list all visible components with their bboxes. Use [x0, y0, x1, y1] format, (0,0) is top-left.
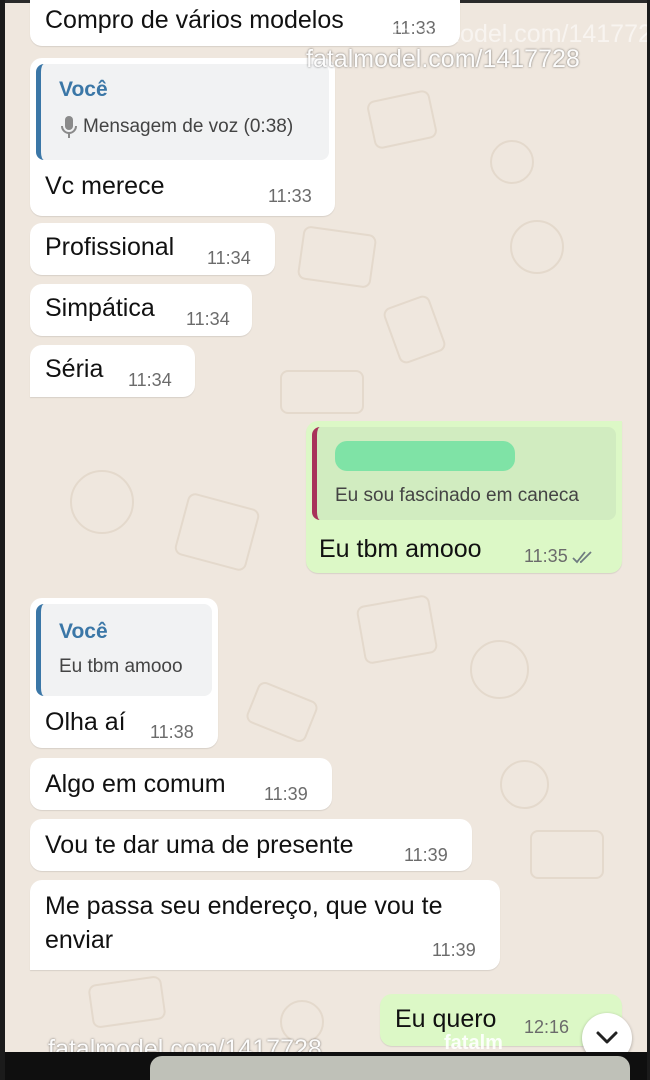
- bottom-media-preview: [150, 1056, 630, 1080]
- message-text: Séria: [45, 355, 104, 383]
- message-bubble-incoming[interactable]: Profissional 11:34: [30, 223, 275, 275]
- doodle-shape: [280, 370, 364, 414]
- doodle-shape: [500, 760, 549, 809]
- quote-author: Você: [59, 620, 108, 643]
- message-text: Algo em comum: [45, 770, 226, 798]
- doodle-shape: [70, 470, 134, 534]
- microphone-icon: [61, 116, 77, 138]
- message-bubble-incoming[interactable]: Simpática 11:34: [30, 284, 252, 336]
- message-text: Eu tbm amooo: [319, 535, 482, 563]
- doodle-shape: [365, 88, 439, 151]
- message-bubble-incoming[interactable]: Me passa seu endereço, que vou te enviar…: [30, 880, 500, 970]
- doodle-shape: [470, 640, 529, 699]
- message-bubble-incoming[interactable]: Algo em comum 11:39: [30, 758, 332, 810]
- double-check-icon: [572, 551, 592, 564]
- message-time: 12:16: [524, 1017, 570, 1037]
- quoted-message[interactable]: Você Eu tbm amooo: [36, 604, 212, 696]
- message-time: 11:39: [264, 784, 308, 804]
- message-text: Olha aí: [45, 708, 126, 736]
- doodle-shape: [530, 830, 604, 879]
- doodle-shape: [296, 225, 378, 289]
- message-text: Simpática: [45, 294, 155, 322]
- message-bubble-incoming[interactable]: Você Mensagem de voz (0:38) Vc merece 11…: [30, 58, 335, 216]
- message-bubble-incoming[interactable]: Vou te dar uma de presente 11:39: [30, 819, 472, 871]
- message-text: Vou te dar uma de presente: [45, 831, 354, 859]
- message-bubble-outgoing[interactable]: Eu sou fascinado em caneca Eu tbm amooo …: [306, 421, 622, 573]
- doodle-shape: [381, 293, 448, 366]
- quoted-message[interactable]: Você Mensagem de voz (0:38): [36, 64, 329, 160]
- message-text: Profissional: [45, 233, 175, 261]
- doodle-shape: [355, 594, 439, 665]
- quote-text: Eu tbm amooo: [59, 656, 183, 677]
- message-time: 11:33: [268, 186, 312, 206]
- message-time: 11:39: [404, 845, 448, 865]
- doodle-shape: [87, 975, 167, 1029]
- doodle-shape: [244, 679, 320, 745]
- message-time: 11:35: [524, 546, 596, 567]
- message-text-line: Me passa seu endereço, que vou te: [45, 892, 443, 920]
- quote-text: Mensagem de voz (0:38): [83, 116, 294, 137]
- doodle-shape: [172, 491, 262, 573]
- message-time: 11:34: [186, 309, 230, 329]
- message-time: 11:38: [150, 722, 194, 742]
- redacted-name-bar: [335, 441, 515, 471]
- left-edge: [0, 0, 5, 1080]
- message-bubble-incoming[interactable]: Séria 11:34: [30, 345, 195, 397]
- quoted-message[interactable]: Eu sou fascinado em caneca: [312, 427, 616, 520]
- quote-author: Você: [59, 78, 108, 101]
- message-bubble-incoming[interactable]: Você Eu tbm amooo Olha aí 11:38: [30, 598, 218, 748]
- message-text-line: enviar: [45, 926, 114, 954]
- message-text: Compro de vários modelos: [45, 6, 344, 34]
- message-time: 11:34: [207, 248, 251, 268]
- watermark: fatalmodel.com/1417728: [306, 45, 580, 73]
- message-text: Eu quero: [395, 1005, 497, 1033]
- doodle-shape: [510, 220, 564, 274]
- message-time: 11:39: [432, 940, 476, 960]
- doodle-shape: [490, 140, 534, 184]
- message-text: Vc merece: [45, 172, 165, 200]
- message-time: 11:34: [128, 370, 172, 390]
- quote-text: Eu sou fascinado em caneca: [335, 485, 579, 506]
